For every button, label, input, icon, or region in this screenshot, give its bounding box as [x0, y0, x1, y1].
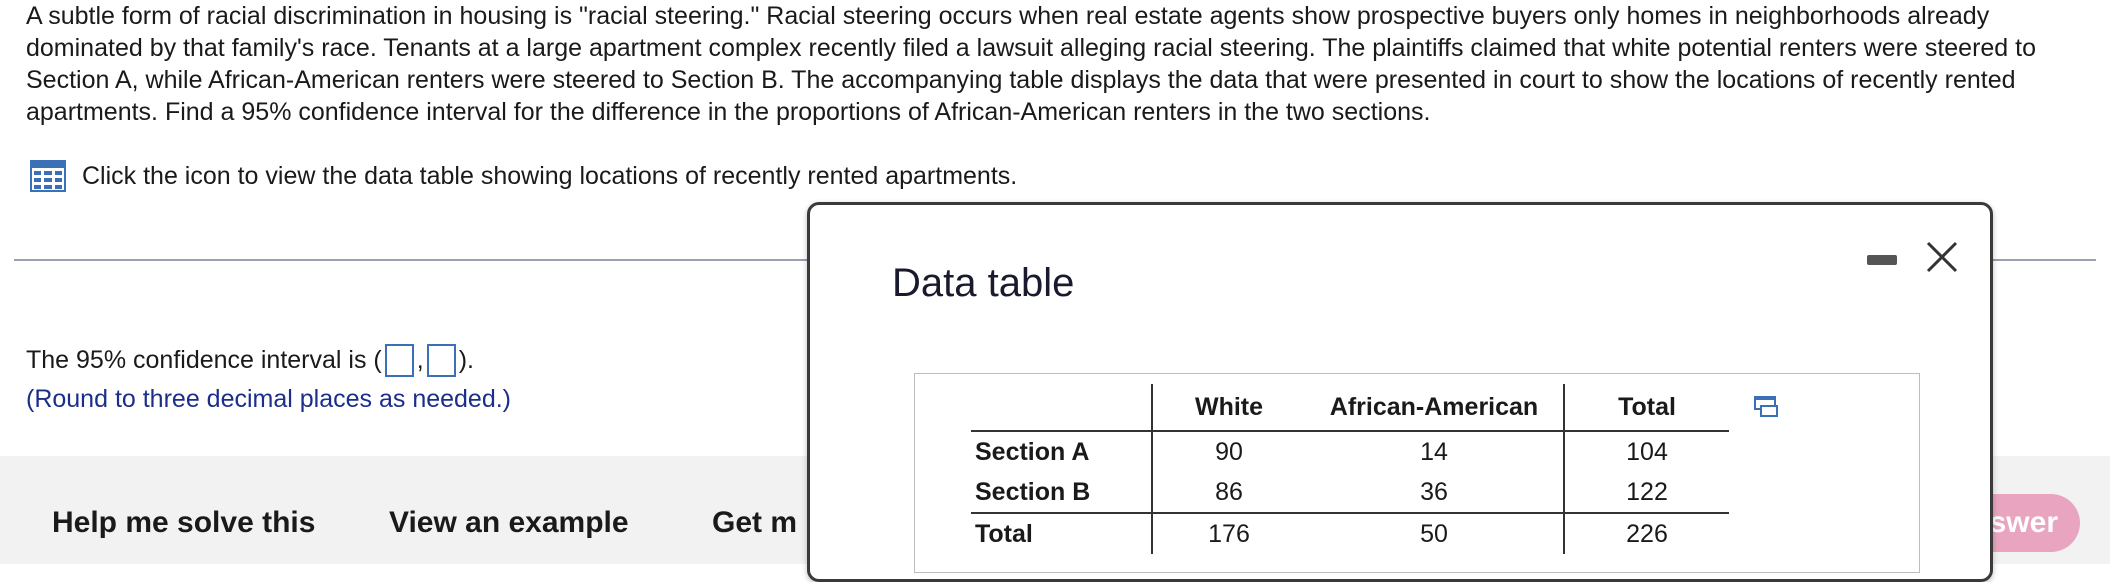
- data-table-link[interactable]: Click the icon to view the data table sh…: [30, 160, 1017, 192]
- column-header-total: Total: [1564, 384, 1729, 432]
- close-button[interactable]: [1924, 239, 1960, 275]
- row-label: Section B: [971, 472, 1153, 513]
- lower-bound-input[interactable]: [384, 344, 414, 377]
- rounding-note: (Round to three decimal places as needed…: [26, 385, 512, 413]
- answer-suffix: ).: [458, 346, 474, 374]
- cell-african-american: 50: [1305, 512, 1565, 554]
- copy-table-button[interactable]: [1753, 394, 1781, 420]
- minimize-icon: [1867, 255, 1897, 265]
- table-grid-icon[interactable]: [30, 160, 66, 192]
- data-table: White African-American Total Section A 9…: [971, 384, 1729, 554]
- close-icon: [1926, 241, 1958, 273]
- column-header-blank: [971, 384, 1153, 432]
- cell-white: 86: [1215, 477, 1243, 506]
- answer-separator: ,: [416, 346, 424, 374]
- table-row: Section B 86 36 122: [971, 472, 1729, 513]
- upper-bound-input[interactable]: [426, 344, 456, 377]
- dialog-title: Data table: [892, 261, 1075, 305]
- column-header-white: White: [1152, 384, 1305, 432]
- question-text: A subtle form of racial discrimination i…: [26, 2, 2036, 126]
- cell-total: 226: [1564, 512, 1729, 554]
- cell-white: 176: [1152, 512, 1305, 554]
- row-label: Section A: [971, 431, 1153, 472]
- answer-prefix: The 95% confidence interval is (: [26, 346, 382, 374]
- cell-total: 122: [1626, 477, 1668, 506]
- table-row: Total 176 50 226: [971, 512, 1729, 554]
- view-example-button[interactable]: View an example: [389, 506, 629, 540]
- cell-total: 104: [1626, 437, 1668, 466]
- table-row: Section A 90 14 104: [971, 431, 1729, 472]
- data-table-dialog: Data table White African-American Total …: [807, 202, 1993, 582]
- answer-line: The 95% confidence interval is ( , ).: [26, 344, 474, 377]
- divider-left: [14, 259, 810, 261]
- copy-icon: [1754, 396, 1778, 417]
- get-more-help-button[interactable]: Get m: [712, 506, 797, 540]
- minimize-button[interactable]: [1867, 251, 1897, 275]
- column-header-african-american: African-American: [1305, 384, 1565, 432]
- help-me-solve-button[interactable]: Help me solve this: [52, 506, 315, 540]
- cell-african-american: 36: [1305, 472, 1565, 513]
- cell-white: 90: [1215, 437, 1243, 466]
- data-table-frame: White African-American Total Section A 9…: [914, 373, 1920, 573]
- cell-african-american: 14: [1305, 431, 1565, 472]
- data-table-link-text: Click the icon to view the data table sh…: [82, 161, 1018, 190]
- divider-right: [1993, 259, 2096, 261]
- row-label: Total: [971, 512, 1153, 554]
